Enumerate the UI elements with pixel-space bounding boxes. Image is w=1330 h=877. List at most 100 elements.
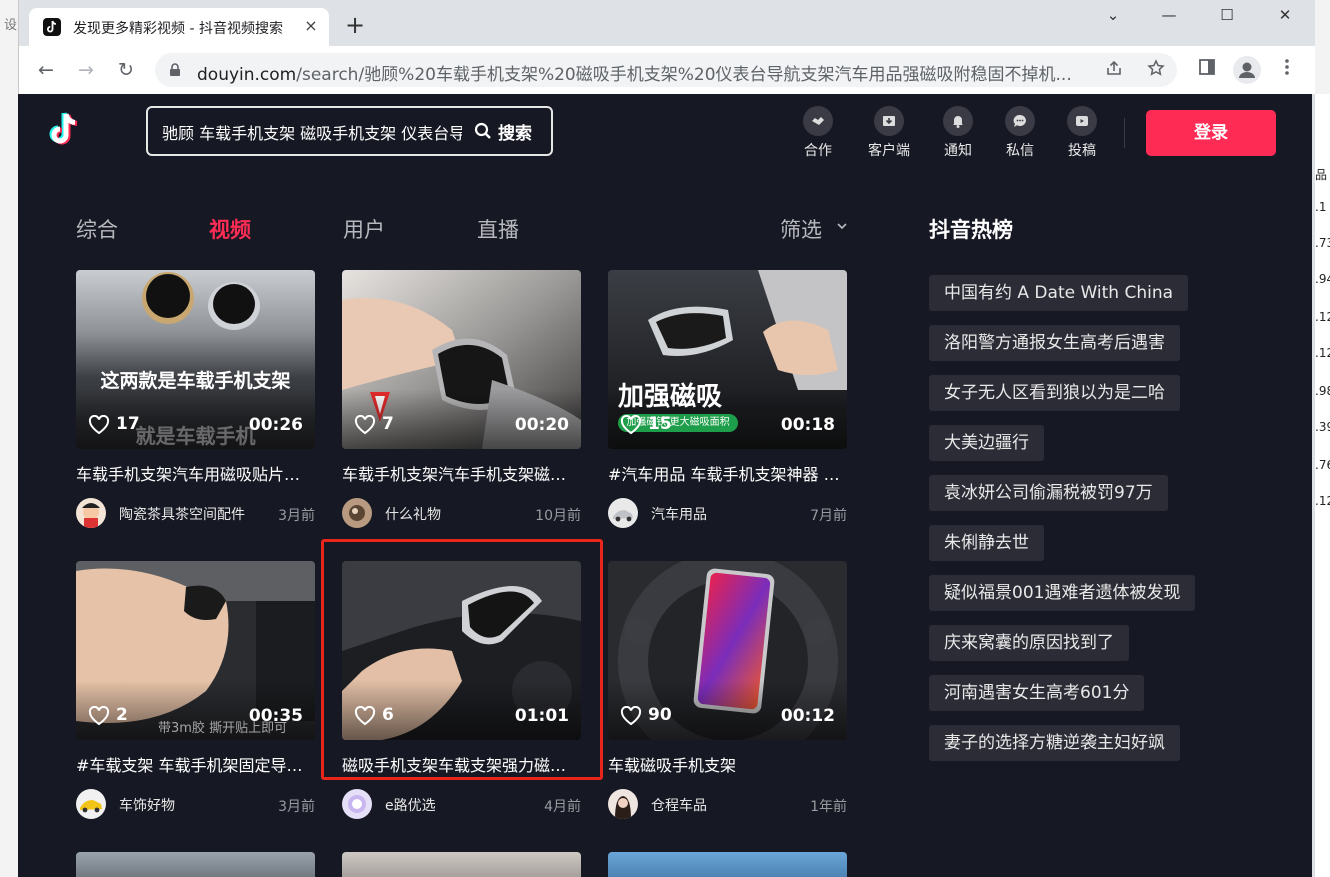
close-window-button[interactable]: ✕ [1265,4,1305,28]
bg-cell: .1 [1315,200,1327,214]
header-action-label: 客户端 [868,143,910,159]
heart-icon [354,415,376,435]
sidebar-icon[interactable] [1195,58,1219,82]
video-duration: 00:18 [780,415,835,435]
hot-list-item[interactable]: 中国有约 A Date With China [929,275,1189,311]
share-icon[interactable] [1103,59,1125,81]
author-name[interactable]: e路优选 [385,795,436,815]
bookmark-star-icon[interactable] [1145,59,1167,81]
author-row[interactable]: 仓程车品 1年前 [608,789,847,819]
chevron-down-icon[interactable] [836,220,848,232]
header-action-upload[interactable]: 投稿 [1054,106,1110,160]
video-thumbnail-partial[interactable] [342,852,581,877]
hot-list-item[interactable]: 河南遇害女生高考601分 [929,675,1145,711]
search-box[interactable]: 驰顾 车载手机支架 磁吸手机支架 仪表台导航支架汽车用品 搜索 [146,106,553,156]
tab-title: 发现更多精彩视频 - 抖音视频搜索 [73,21,283,37]
video-title[interactable]: 车载磁吸手机支架 [608,752,847,776]
tab-comprehensive[interactable]: 综合 [76,214,118,244]
hot-list-item[interactable]: 袁冰妍公司偷漏税被罚97万 [929,475,1168,511]
avatar[interactable] [76,498,106,528]
tab-video[interactable]: 视频 [209,214,251,244]
new-tab-button[interactable]: + [341,12,369,40]
bg-cell: .94 [1315,272,1330,286]
tab-search-icon[interactable]: ⌄ [1093,4,1133,28]
author-row[interactable]: 车饰好物 3月前 [76,789,315,819]
more-menu-icon[interactable] [1275,58,1299,82]
video-thumbnail[interactable]: 7 00:20 [342,270,581,449]
avatar[interactable] [608,498,638,528]
address-bar[interactable]: douyin.com/search/驰顾%20车载手机支架%20磁吸手机支架%2… [155,53,1177,87]
browser-tab[interactable]: 发现更多精彩视频 - 抖音视频搜索 × [29,8,329,46]
hot-list-item[interactable]: 大美边疆行 [929,425,1044,461]
douyin-favicon-icon [43,18,61,36]
hot-list-item[interactable]: 洛阳警方通报女生高考后遇害 [929,325,1180,361]
search-button[interactable]: 搜索 [474,116,544,146]
reload-button[interactable]: ↻ [113,57,139,83]
tab-strip: 发现更多精彩视频 - 抖音视频搜索 × + ⌄ — ☐ ✕ [19,0,1315,46]
avatar[interactable] [76,789,106,819]
hot-list-title: 抖音热榜 [929,218,1013,242]
avatar[interactable] [608,789,638,819]
author-row[interactable]: 什么礼物 10月前 [342,498,581,528]
hot-list-item[interactable]: 女子无人区看到狼以为是二哈 [929,375,1180,411]
post-time: 7月前 [810,508,847,524]
header-action-client[interactable]: 客户端 [861,106,917,160]
avatar[interactable] [342,498,372,528]
like-count: 7 [382,414,394,434]
video-thumbnail[interactable]: 90 00:12 [608,561,847,740]
video-thumbnail[interactable]: 这两款是车载手机支架 就是车载手机 17 00:26 [76,270,315,449]
maximize-button[interactable]: ☐ [1207,4,1247,28]
tab-close-icon[interactable]: × [301,16,321,36]
author-name[interactable]: 汽车用品 [651,504,707,524]
tab-users[interactable]: 用户 [343,214,385,244]
background-app-column: 品 .1 .73 .94 .12 .12 .98 .39 .76 .12 [1314,94,1330,877]
author-name[interactable]: 陶瓷茶具茶空间配件 [119,504,245,524]
hot-list-item[interactable]: 疑似福景001遇难者遗体被发现 [929,575,1196,611]
thumbnail-caption: 这两款是车载手机支架 [100,370,291,392]
url-text[interactable]: douyin.com/search/驰顾%20车载手机支架%20磁吸手机支架%2… [197,60,1087,85]
like-count: 15 [648,414,672,434]
back-button[interactable]: ← [33,57,59,83]
header-action-message[interactable]: 私信 [992,106,1048,160]
author-name[interactable]: 仓程车品 [651,795,707,815]
video-title[interactable]: 车载手机支架汽车手机支架磁吸强力吸附 [342,461,581,485]
video-thumbnail-partial[interactable] [608,852,847,877]
hot-list-item[interactable]: 朱俐静去世 [929,525,1044,561]
avatar[interactable] [342,789,372,819]
hot-list-item[interactable]: 庆来窝囊的原因找到了 [929,625,1129,661]
background-app-text: 设 [4,18,18,33]
url-path: /search/驰顾%20车载手机支架%20磁吸手机支架%20仪表台导航支架汽车… [296,65,1072,85]
author-name[interactable]: 什么礼物 [385,504,441,524]
download-icon [874,106,904,136]
header-action-label: 通知 [944,143,972,159]
post-time: 10月前 [535,508,581,524]
search-input[interactable]: 驰顾 车载手机支架 磁吸手机支架 仪表台导航支架汽车用品 [162,120,462,144]
video-thumbnail[interactable]: 加强磁吸 加强磁铁 更大磁吸面积 15 00:18 [608,270,847,449]
hot-list-item[interactable]: 妻子的选择方糖逆袭主妇好飒 [929,725,1180,761]
author-row[interactable]: 陶瓷茶具茶空间配件 3月前 [76,498,315,528]
tab-live[interactable]: 直播 [477,214,519,244]
post-time: 1年前 [810,799,847,815]
header-action-notify[interactable]: 通知 [930,106,986,160]
douyin-page: 驰顾 车载手机支架 磁吸手机支架 仪表台导航支架汽车用品 搜索 合作 客户端 通… [18,94,1312,877]
header-divider [1124,118,1125,148]
header-action-cooperate[interactable]: 合作 [790,106,846,160]
minimize-button[interactable]: — [1149,4,1189,28]
profile-avatar-icon[interactable] [1233,56,1261,84]
bg-cell: .73 [1315,236,1330,250]
author-name[interactable]: 车饰好物 [119,795,175,815]
thumbnail-caption: 加强磁吸 [618,382,723,412]
video-thumbnail-partial[interactable] [76,852,315,877]
author-row[interactable]: e路优选 4月前 [342,789,581,819]
video-title[interactable]: #车载支架 车载手机架固定导航支架 [76,752,315,776]
video-title[interactable]: 车载手机支架汽车用磁吸贴片强磁导航支架 [76,461,315,485]
video-title[interactable]: #汽车用品 车载手机支架神器 强磁吸附 [608,461,847,485]
heart-icon [620,706,642,726]
author-row[interactable]: 汽车用品 7月前 [608,498,847,528]
video-thumbnail[interactable]: 带3m胶 撕开贴上即可 2 00:35 [76,561,315,740]
header-action-label: 投稿 [1068,143,1096,159]
filter-button[interactable]: 筛选 [780,214,822,244]
douyin-logo-icon[interactable] [42,108,86,152]
forward-button[interactable]: → [73,57,99,83]
login-button[interactable]: 登录 [1146,110,1276,156]
